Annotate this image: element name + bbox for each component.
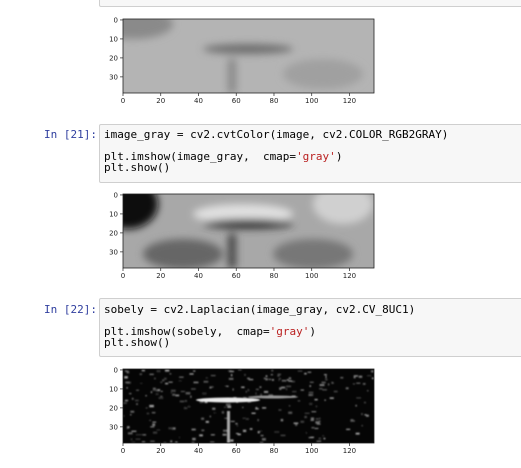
code-token: ) (335, 150, 343, 163)
x-tick-label: 120 (343, 97, 356, 105)
y-tick-label: 20 (109, 404, 118, 412)
x-tick-label: 100 (305, 272, 318, 280)
code-token: ) (309, 325, 316, 338)
x-tick-label: 120 (343, 272, 356, 280)
output-image-plot-1: 0 20 40 60 80 100 120 0 10 20 30 (109, 16, 375, 105)
y-tick-label: 20 (109, 54, 118, 62)
y-tick-label: 30 (109, 423, 118, 431)
y-tick-label: 10 (109, 210, 118, 218)
x-tick-label: 20 (156, 272, 165, 280)
y-tick-label: 10 (109, 35, 118, 43)
image-content (123, 194, 374, 268)
x-tick-label: 60 (232, 447, 241, 455)
output-image-plot-2: 0 20 40 60 80 100 120 0 10 20 30 (109, 191, 375, 280)
code-line: sobely = cv2.Laplacian(image_gray, cv2.C… (104, 304, 415, 315)
y-tick-label: 20 (109, 229, 118, 237)
x-tick-label: 20 (156, 447, 165, 455)
x-tick-label: 80 (270, 272, 279, 280)
image-content (123, 19, 374, 93)
x-tick-label: 0 (121, 447, 125, 455)
y-tick-label: 0 (114, 366, 118, 374)
cell-21-code: image_gray = cv2.cvtColor(image, cv2.COL… (104, 129, 448, 173)
x-tick-label: 80 (270, 97, 279, 105)
cell-21-prompt: In [21]: (44, 128, 97, 141)
x-tick-label: 40 (194, 272, 203, 280)
x-tick-label: 0 (121, 272, 125, 280)
x-tick-label: 100 (305, 97, 318, 105)
previous-cell-input[interactable] (99, 0, 521, 7)
image-content (123, 369, 374, 443)
x-tick-label: 0 (121, 97, 125, 105)
x-tick-label: 100 (305, 447, 318, 455)
code-line: plt.show() (104, 162, 448, 173)
code-line: image_gray = cv2.cvtColor(image, cv2.COL… (104, 129, 448, 140)
code-token: 'gray' (296, 150, 336, 163)
code-token: sobely = cv2.Laplacian(image_gray, cv2.C… (104, 303, 416, 316)
y-tick-label: 30 (109, 73, 118, 81)
x-tick-label: 40 (194, 97, 203, 105)
x-tick-label: 40 (194, 447, 203, 455)
output-image-plot-3: 0 20 40 60 80 100 120 0 10 20 30 (109, 366, 375, 455)
x-tick-label: 120 (343, 447, 356, 455)
cell-22-code: sobely = cv2.Laplacian(image_gray, cv2.C… (104, 304, 415, 348)
code-token: plt.show() (104, 336, 171, 349)
x-tick-label: 80 (270, 447, 279, 455)
x-tick-label: 60 (232, 272, 241, 280)
x-tick-label: 20 (156, 97, 165, 105)
cell-22-prompt: In [22]: (44, 303, 97, 316)
code-token: plt.show() (104, 161, 171, 174)
code-token: 'gray' (269, 325, 310, 338)
code-token: image_gray = cv2.cvtColor(image, cv2.COL… (104, 128, 449, 141)
y-tick-label: 30 (109, 248, 118, 256)
y-tick-label: 0 (114, 191, 118, 199)
y-tick-label: 0 (114, 16, 118, 24)
code-line: plt.show() (104, 337, 415, 348)
x-tick-label: 60 (232, 97, 241, 105)
y-tick-label: 10 (109, 385, 118, 393)
